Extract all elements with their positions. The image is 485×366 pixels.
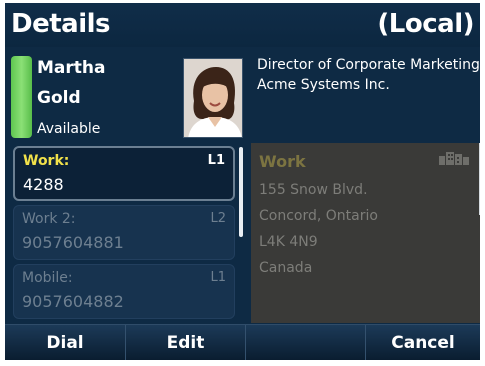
number-value: 9057604881 xyxy=(22,233,124,252)
number-item-mobile[interactable]: Mobile: L1 9057604882 xyxy=(13,264,235,319)
contact-avatar xyxy=(183,58,243,138)
address-city: Concord, Ontario xyxy=(259,208,378,224)
phone-screen: Details (Local) Martha Gold Available Di… xyxy=(0,0,485,366)
number-label: Work: xyxy=(23,153,70,169)
directory-mode-label: (Local) xyxy=(377,9,474,39)
number-list-scrollbar[interactable] xyxy=(239,147,243,237)
presence-indicator xyxy=(11,56,32,138)
line-indicator: L1 xyxy=(207,153,225,168)
page-title: Details xyxy=(11,9,111,39)
number-value: 4288 xyxy=(23,175,64,194)
number-value: 9057604882 xyxy=(22,292,124,311)
contact-photo xyxy=(184,59,242,137)
softkey-bar: Dial Edit Cancel xyxy=(5,324,480,360)
address-country: Canada xyxy=(259,260,313,276)
address-postal-code: L4K 4N9 xyxy=(259,234,318,250)
contact-first-name: Martha xyxy=(37,58,106,78)
address-scrollbar[interactable] xyxy=(479,143,480,215)
number-item-work[interactable]: Work: L1 4288 xyxy=(13,146,235,201)
address-panel: Work 155 Snow Blvd. Concord, Ontario L4K… xyxy=(251,143,480,323)
contact-job-title: Director of Corporate Marketing xyxy=(257,57,480,73)
line-indicator: L1 xyxy=(210,270,226,285)
number-label: Mobile: xyxy=(22,270,73,286)
presence-status: Available xyxy=(37,121,101,137)
header-bar: Details (Local) xyxy=(5,3,480,47)
address-label: Work xyxy=(259,152,306,171)
contact-company: Acme Systems Inc. xyxy=(257,77,390,93)
line-indicator: L2 xyxy=(210,211,226,226)
display-area: Details (Local) Martha Gold Available Di… xyxy=(5,3,480,360)
edit-button[interactable]: Edit xyxy=(126,325,246,360)
building-icon xyxy=(439,152,469,165)
number-label: Work 2: xyxy=(22,211,76,227)
cancel-button[interactable]: Cancel xyxy=(366,325,480,360)
empty-softkey[interactable] xyxy=(246,325,366,360)
number-item-work-2[interactable]: Work 2: L2 9057604881 xyxy=(13,205,235,260)
contact-last-name: Gold xyxy=(37,88,81,108)
address-street: 155 Snow Blvd. xyxy=(259,182,368,198)
dial-button[interactable]: Dial xyxy=(5,325,126,360)
